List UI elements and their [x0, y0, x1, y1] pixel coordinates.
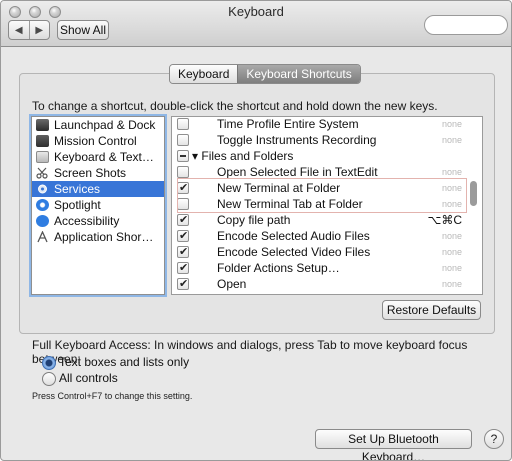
shortcut-checkbox[interactable] — [177, 228, 189, 244]
back-arrow-icon: ◀ — [14, 24, 23, 36]
gear-icon — [36, 183, 49, 195]
shortcut-row[interactable]: Encode Selected Audio Files none — [172, 228, 472, 244]
title-bar: Keyboard ◀ ▶ Show All — [1, 1, 511, 47]
category-label: Services — [54, 182, 101, 196]
shortcut-row[interactable]: Copy file path ⌥⌘C — [172, 212, 472, 228]
category-accessibility[interactable]: Accessibility — [32, 213, 164, 229]
shortcut-checkbox[interactable] — [177, 212, 189, 228]
shortcut-row[interactable]: Encode Selected Video Files none — [172, 244, 472, 260]
mission-control-icon — [36, 135, 49, 147]
show-all-button[interactable]: Show All — [57, 20, 109, 40]
shortcut-row[interactable]: Open Selected File in TextEdit none — [172, 164, 472, 180]
shortcut-key[interactable]: none — [442, 276, 462, 292]
forward-arrow-icon: ▶ — [35, 24, 44, 36]
category-application-shortcuts[interactable]: Application Shor… — [32, 229, 164, 245]
category-label: Keyboard & Text… — [54, 150, 154, 164]
forward-button[interactable]: ▶ — [28, 21, 50, 39]
shortcut-checkbox[interactable] — [177, 118, 189, 130]
restore-defaults-button[interactable]: Restore Defaults — [382, 300, 481, 320]
category-label: Application Shor… — [54, 230, 154, 244]
instruction-text: To change a shortcut, double-click the s… — [32, 99, 438, 113]
setup-bluetooth-keyboard-button[interactable]: Set Up Bluetooth Keyboard… — [315, 429, 472, 460]
shortcut-label: Encode Selected Audio Files — [217, 229, 370, 243]
shortcut-label: Encode Selected Video Files — [217, 245, 371, 259]
shortcut-label: New Terminal at Folder — [217, 181, 341, 195]
category-label: Screen Shots — [54, 166, 127, 180]
accessibility-icon — [36, 215, 49, 227]
tab-keyboard[interactable]: Keyboard — [170, 65, 238, 83]
group-checkbox[interactable] — [177, 150, 189, 162]
category-screen-shots[interactable]: Screen Shots — [32, 165, 164, 181]
shortcut-key[interactable]: none — [442, 117, 462, 132]
launchpad-icon — [36, 119, 49, 131]
category-launchpad-dock[interactable]: Launchpad & Dock — [32, 117, 164, 133]
shortcut-row[interactable]: Toggle Instruments Recording none — [172, 132, 472, 148]
spotlight-icon — [36, 199, 49, 211]
scissors-icon — [36, 167, 49, 179]
search-field[interactable] — [424, 15, 508, 35]
shortcut-checkbox[interactable] — [177, 180, 189, 196]
shortcut-label: Folder Actions Setup… — [217, 261, 340, 275]
category-label: Mission Control — [54, 134, 137, 148]
shortcut-key[interactable]: none — [442, 260, 462, 276]
full-access-hint: Press Control+F7 to change this setting. — [32, 391, 193, 401]
shortcut-label: Toggle Instruments Recording — [217, 133, 377, 147]
shortcut-key[interactable]: none — [442, 196, 462, 212]
help-button[interactable]: ? — [484, 429, 504, 449]
shortcut-checkbox[interactable] — [177, 244, 189, 260]
shortcut-row[interactable]: Time Profile Entire System none — [172, 117, 472, 132]
category-label: Launchpad & Dock — [54, 118, 156, 132]
shortcut-group-row[interactable]: ▾ Files and Folders — [172, 148, 472, 164]
shortcut-key[interactable]: none — [442, 132, 462, 148]
shortcut-list[interactable]: Time Profile Entire System none Toggle I… — [171, 116, 483, 295]
shortcut-key[interactable]: none — [442, 164, 462, 180]
radio-text-boxes-lists[interactable] — [42, 356, 56, 370]
app-shortcut-icon — [36, 230, 49, 243]
group-label: ▾ Files and Folders — [192, 149, 294, 163]
shortcut-row[interactable]: Open none — [172, 276, 472, 292]
category-services[interactable]: Services — [32, 181, 164, 197]
shortcut-row[interactable]: Folder Actions Setup… none — [172, 260, 472, 276]
shortcut-checkbox[interactable] — [177, 260, 189, 276]
shortcut-category-list[interactable]: Launchpad & Dock Mission Control Keyboar… — [31, 116, 165, 295]
keyboard-icon — [36, 151, 49, 163]
shortcut-label: Time Profile Entire System — [217, 117, 359, 131]
shortcut-checkbox[interactable] — [177, 166, 189, 178]
category-spotlight[interactable]: Spotlight — [32, 197, 164, 213]
shortcut-label: Open Selected File in TextEdit — [217, 165, 378, 179]
shortcut-key[interactable]: none — [442, 180, 462, 196]
shortcut-row[interactable]: New Terminal at Folder none — [172, 180, 472, 196]
shortcut-row[interactable]: New Terminal Tab at Folder none — [172, 196, 472, 212]
radio-label-all-controls: All controls — [59, 371, 118, 385]
shortcut-checkbox[interactable] — [177, 276, 189, 292]
category-mission-control[interactable]: Mission Control — [32, 133, 164, 149]
vertical-scrollbar[interactable] — [470, 181, 477, 206]
shortcut-checkbox[interactable] — [177, 198, 189, 210]
radio-label-text-boxes-lists: Text boxes and lists only — [59, 355, 190, 369]
tab-bar: Keyboard Keyboard Shortcuts — [169, 64, 361, 84]
shortcut-key[interactable]: ⌥⌘C — [428, 212, 463, 228]
category-keyboard-text[interactable]: Keyboard & Text… — [32, 149, 164, 165]
back-forward-control: ◀ ▶ — [8, 20, 50, 40]
shortcut-key[interactable]: none — [442, 228, 462, 244]
shortcut-checkbox[interactable] — [177, 134, 189, 146]
radio-all-controls[interactable] — [42, 372, 56, 386]
shortcut-label: Open — [217, 277, 247, 291]
shortcut-key[interactable]: none — [442, 244, 462, 260]
disclosure-triangle-icon[interactable]: ▾ — [192, 149, 198, 163]
shortcut-label: New Terminal Tab at Folder — [217, 197, 363, 211]
category-label: Spotlight — [54, 198, 101, 212]
shortcut-label: Copy file path — [217, 213, 291, 227]
tab-keyboard-shortcuts[interactable]: Keyboard Shortcuts — [237, 65, 360, 83]
back-button[interactable]: ◀ — [9, 21, 29, 39]
category-label: Accessibility — [54, 214, 120, 228]
keyboard-preferences-window: Keyboard ◀ ▶ Show All Keyboard Keyboard … — [0, 0, 512, 461]
